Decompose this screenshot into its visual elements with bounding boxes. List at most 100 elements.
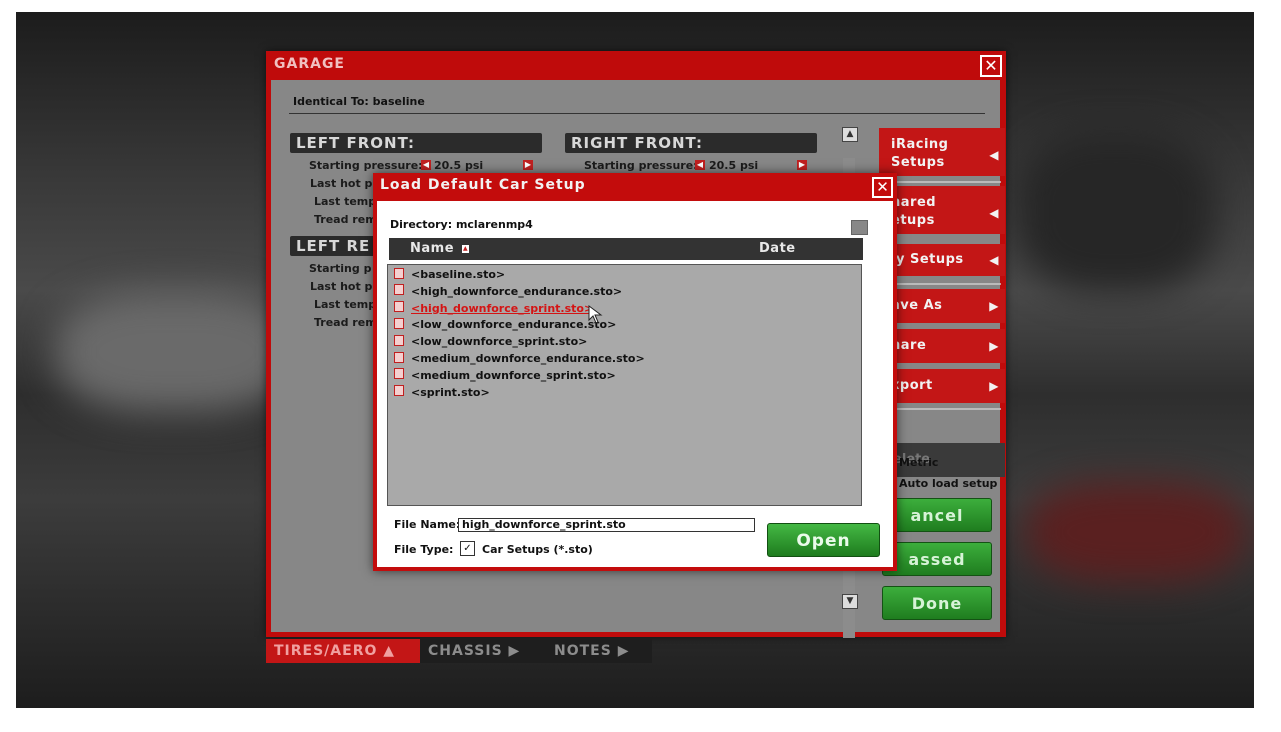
identical-to-label: Identical To: baseline bbox=[293, 95, 425, 108]
lf-tread-label: Tread rem bbox=[314, 213, 377, 226]
file-name-label: File Name: bbox=[394, 518, 461, 531]
file-name-text: <high_downforce_sprint.sto> bbox=[411, 301, 594, 315]
file-name-text: <sprint.sto> bbox=[411, 385, 490, 399]
tab-tires-aero[interactable]: TIRES/AERO ▲ bbox=[266, 639, 420, 663]
tab-chassis[interactable]: CHASSIS ▶ bbox=[420, 639, 546, 663]
shared-setups-button[interactable]: hared etups ◀ bbox=[879, 186, 1005, 234]
divider bbox=[289, 113, 985, 114]
rf-starting-pressure-value: 20.5 psi bbox=[709, 159, 759, 172]
file-icon bbox=[394, 301, 404, 313]
rf-pressure-increase-icon[interactable]: ▶ bbox=[797, 160, 807, 170]
save-as-label: ave As bbox=[891, 298, 943, 313]
tab-notes[interactable]: NOTES ▶ bbox=[546, 639, 652, 663]
chevron-right-icon: ▶ bbox=[989, 299, 999, 313]
file-icon bbox=[394, 368, 404, 380]
file-icon bbox=[394, 385, 404, 397]
shared-setups-label-2: etups bbox=[891, 213, 935, 228]
passed-button[interactable]: assed bbox=[882, 542, 992, 576]
file-type-label: File Type: bbox=[394, 543, 454, 556]
left-front-header: LEFT FRONT: bbox=[290, 133, 542, 153]
file-name-text: <low_downforce_endurance.sto> bbox=[411, 318, 617, 332]
lf-pressure-increase-icon[interactable]: ▶ bbox=[523, 160, 533, 170]
garage-title: GARAGE bbox=[274, 56, 345, 72]
lr-last-temp-label: Last temp bbox=[314, 298, 377, 311]
file-name-text: <medium_downforce_sprint.sto> bbox=[411, 368, 616, 382]
export-button[interactable]: xport ▶ bbox=[879, 369, 1005, 403]
lr-starting-label: Starting p bbox=[309, 262, 372, 275]
open-button[interactable]: Open bbox=[767, 523, 880, 557]
column-name-label: Name bbox=[410, 241, 455, 256]
file-list-item[interactable]: <baseline.sto> bbox=[394, 267, 506, 284]
lf-starting-pressure-value: 20.5 psi bbox=[434, 159, 484, 172]
file-list-item[interactable]: <medium_downforce_endurance.sto> bbox=[394, 351, 645, 368]
file-name-text: <low_downforce_sprint.sto> bbox=[411, 335, 588, 349]
shared-setups-label-1: hared bbox=[891, 195, 937, 210]
chevron-left-icon: ◀ bbox=[989, 206, 999, 220]
load-setup-dialog: Load Default Car Setup ✕ Directory: mcla… bbox=[373, 173, 897, 571]
chevron-left-icon: ◀ bbox=[989, 253, 999, 267]
share-button[interactable]: hare ▶ bbox=[879, 329, 1005, 363]
file-icon bbox=[394, 317, 404, 329]
file-list-item[interactable]: <high_downforce_sprint.sto> bbox=[394, 301, 594, 318]
scroll-down-icon[interactable]: ▼ bbox=[842, 594, 858, 609]
auto-load-setup-option[interactable]: Auto load setup bbox=[899, 477, 997, 490]
column-date[interactable]: Date bbox=[759, 238, 796, 260]
right-front-header: RIGHT FRONT: bbox=[565, 133, 817, 153]
lf-starting-pressure-label: Starting pressure: bbox=[309, 159, 423, 172]
file-type-value[interactable]: Car Setups (*.sto) bbox=[482, 543, 593, 556]
divider bbox=[891, 181, 1001, 183]
folder-up-icon[interactable] bbox=[851, 220, 868, 235]
file-list-item[interactable]: <high_downforce_endurance.sto> bbox=[394, 284, 623, 301]
file-icon bbox=[394, 284, 404, 296]
lf-pressure-decrease-icon[interactable]: ◀ bbox=[421, 160, 431, 170]
file-type-dropdown-icon[interactable]: ✓ bbox=[460, 541, 475, 556]
file-list-header: Name ▲ Date bbox=[389, 238, 863, 260]
iracing-setups-label-2: Setups bbox=[891, 155, 945, 170]
file-list-item[interactable]: <sprint.sto> bbox=[394, 385, 490, 402]
dialog-body: Directory: mclarenmp4 Name ▲ Date <basel… bbox=[377, 201, 893, 567]
divider bbox=[891, 408, 1001, 410]
background-blur bbox=[1016, 132, 1216, 292]
rf-starting-pressure-label: Starting pressure: bbox=[584, 159, 698, 172]
lf-last-hot-label: Last hot pr bbox=[310, 177, 378, 190]
file-name-text: <high_downforce_endurance.sto> bbox=[411, 284, 623, 298]
dialog-close-button[interactable]: ✕ bbox=[872, 177, 893, 198]
rf-pressure-decrease-icon[interactable]: ◀ bbox=[695, 160, 705, 170]
chevron-right-icon: ▶ bbox=[989, 339, 999, 353]
garage-close-button[interactable]: ✕ bbox=[980, 55, 1002, 77]
scroll-up-icon[interactable]: ▲ bbox=[842, 127, 858, 142]
done-button[interactable]: Done bbox=[882, 586, 992, 620]
directory-label: Directory: mclarenmp4 bbox=[390, 218, 533, 231]
file-name-input[interactable]: high_downforce_sprint.sto bbox=[458, 518, 755, 532]
background-blur bbox=[1026, 482, 1246, 582]
my-setups-label: ly Setups bbox=[891, 252, 964, 267]
divider bbox=[891, 283, 1001, 285]
chevron-left-icon: ◀ bbox=[989, 148, 999, 162]
lr-last-hot-label: Last hot pr bbox=[310, 280, 378, 293]
column-name[interactable]: Name ▲ bbox=[410, 238, 470, 260]
mouse-cursor-icon bbox=[588, 305, 603, 324]
file-list-item[interactable]: <medium_downforce_sprint.sto> bbox=[394, 368, 616, 385]
file-list-item[interactable]: <low_downforce_sprint.sto> bbox=[394, 334, 588, 351]
my-setups-button[interactable]: ly Setups ◀ bbox=[879, 244, 1005, 276]
sort-ascending-icon: ▲ bbox=[462, 244, 470, 253]
save-as-button[interactable]: ave As ▶ bbox=[879, 289, 1005, 323]
delete-button[interactable]: elete bbox=[879, 443, 1005, 477]
cancel-button[interactable]: ancel bbox=[882, 498, 992, 532]
file-name-text: <medium_downforce_endurance.sto> bbox=[411, 352, 645, 365]
file-name-text: <baseline.sto> bbox=[411, 268, 506, 281]
background-blur bbox=[56, 292, 296, 412]
file-icon bbox=[394, 351, 404, 363]
file-icon bbox=[394, 267, 404, 279]
dialog-title: Load Default Car Setup bbox=[380, 177, 586, 193]
file-icon bbox=[394, 334, 404, 346]
file-list[interactable]: <baseline.sto> <high_downforce_endurance.… bbox=[387, 264, 862, 506]
metric-option[interactable]: Metric bbox=[899, 456, 938, 469]
lf-last-temp-label: Last temp bbox=[314, 195, 377, 208]
iracing-setups-label-1: iRacing bbox=[891, 137, 949, 152]
export-label: xport bbox=[891, 378, 933, 393]
chevron-right-icon: ▶ bbox=[989, 379, 999, 393]
file-list-item[interactable]: <low_downforce_endurance.sto> bbox=[394, 317, 617, 334]
iracing-setups-button[interactable]: iRacing Setups ◀ bbox=[879, 128, 1005, 176]
lr-tread-label: Tread rem bbox=[314, 316, 377, 329]
